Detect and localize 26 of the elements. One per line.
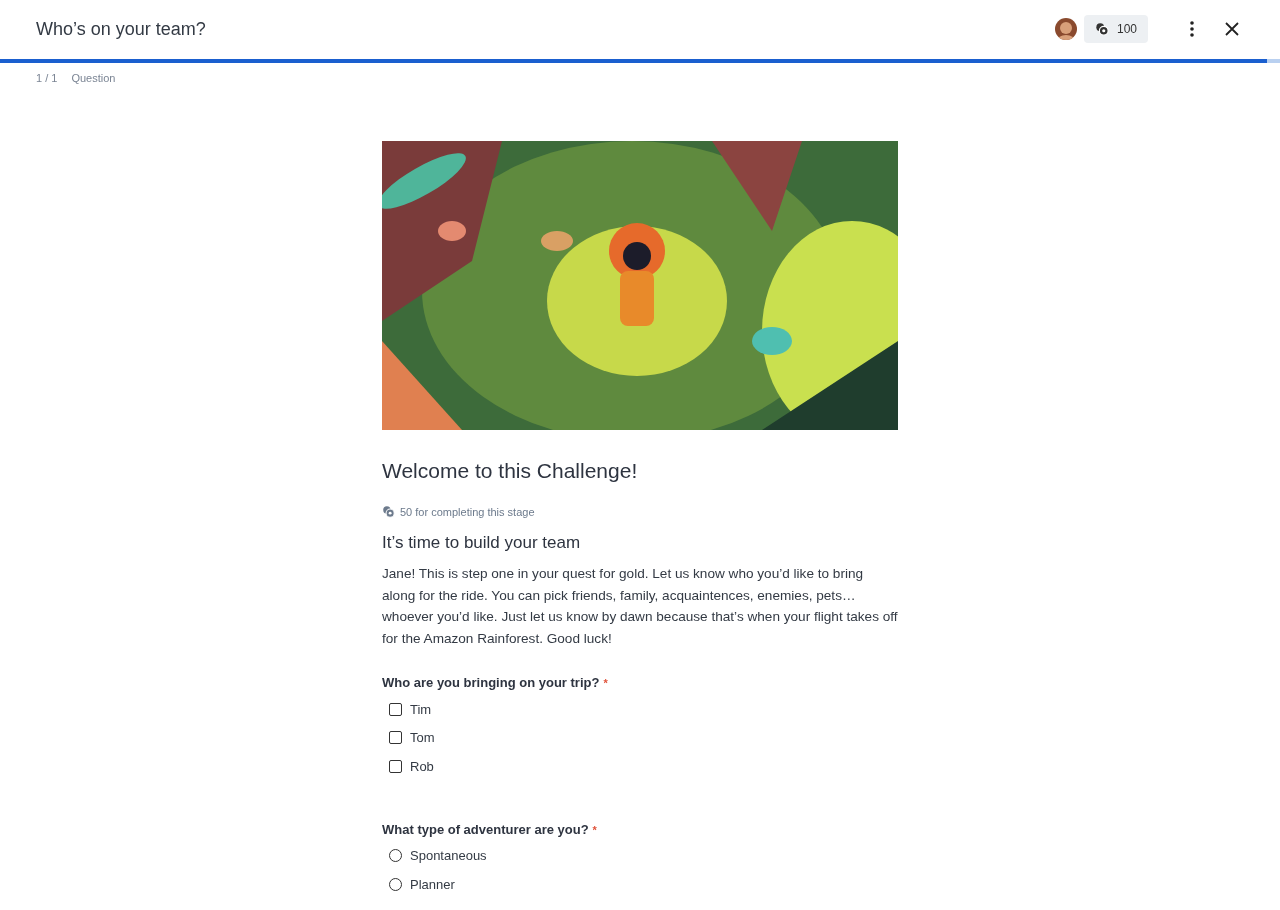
avatar[interactable]	[1054, 18, 1077, 40]
coins-icon	[382, 505, 395, 518]
question-label: Who are you bringing on your trip?	[382, 675, 600, 690]
coins-icon	[1094, 22, 1109, 36]
checkbox[interactable]	[389, 702, 402, 716]
option-label: Spontaneous	[410, 848, 487, 864]
radio-button[interactable]	[389, 849, 402, 863]
question-label: What type of adventurer are you?	[382, 821, 589, 837]
stage-title: It’s time to build your team	[382, 533, 582, 553]
checkbox[interactable]	[389, 731, 402, 745]
close-icon	[1224, 21, 1240, 37]
step-count: 1 / 1	[36, 72, 58, 84]
option-label: Tim	[410, 701, 432, 717]
radio-button[interactable]	[389, 877, 402, 891]
stage-description: Jane! This is step one in your quest for gold. Let us know who you’d like to bring along for the ride. You can pick friends, family, acquaintences, enemies, pets… whoever you’d like. Just let us know by dawn because that’s when your flight takes off for the Amazon Rainforest. Good luck!	[382, 565, 898, 648]
option-label: Planner	[410, 876, 455, 892]
option-label: Tom	[410, 730, 435, 746]
checkbox[interactable]	[389, 759, 402, 773]
step-label: Question	[71, 72, 116, 84]
points-count: 100	[1116, 22, 1137, 36]
required-mark: *	[592, 823, 597, 836]
page-title: Who’s on your team?	[36, 18, 207, 40]
challenge-title: Welcome to this Challenge!	[382, 459, 639, 483]
option-label: Rob	[410, 758, 434, 774]
required-mark: *	[603, 677, 608, 689]
reward-text: 50 for completing this stage	[400, 505, 535, 518]
